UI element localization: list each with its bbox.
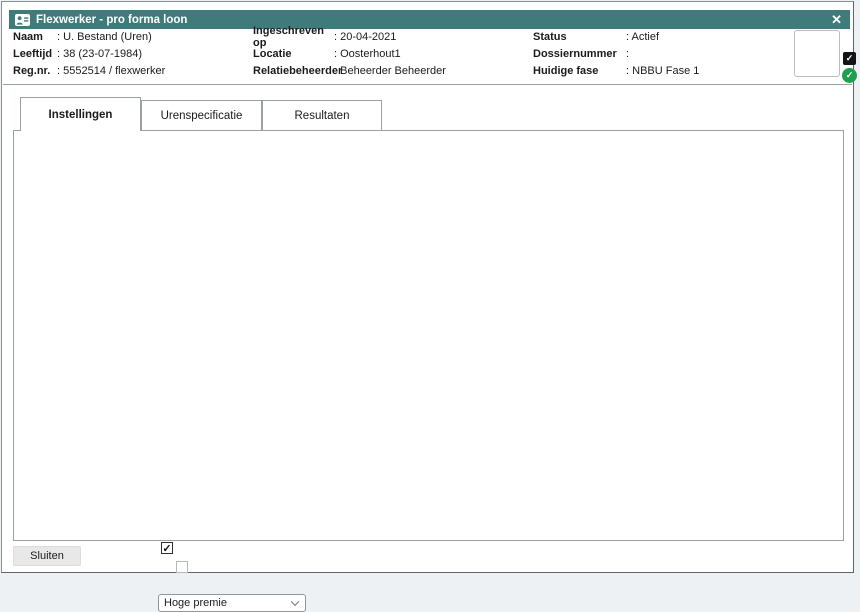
black-check-indicator: ✓ — [843, 52, 856, 65]
header-field-naam: NaamU. Bestand (Uren) — [13, 28, 165, 45]
header-field-ingeschreven: Ingeschreven op20-04-2021 — [253, 28, 446, 45]
tab-instellingen[interactable]: Instellingen — [20, 97, 141, 131]
close-icon[interactable]: ✕ — [829, 13, 844, 26]
window-title: Flexwerker - pro forma loon — [36, 14, 187, 26]
header-field-huidige-fase: Huidige faseNBBU Fase 1 — [533, 62, 699, 79]
header-field-relatiebeheerder: RelatiebeheerderBeheerder Beheerder — [253, 62, 446, 79]
studentenregeling-checkbox[interactable] — [176, 561, 188, 573]
titlebar: Flexwerker - pro forma loon ✕ — [9, 10, 850, 29]
tab-content-panel — [13, 130, 844, 541]
green-check-indicator: ✓ — [842, 68, 857, 83]
tab-resultaten[interactable]: Resultaten — [262, 100, 382, 131]
header-column-registration: Ingeschreven op20-04-2021 LocatieOosterh… — [253, 28, 446, 79]
photo-placeholder — [794, 30, 840, 77]
header-divider — [3, 84, 852, 85]
header-field-locatie: LocatieOosterhout1 — [253, 45, 446, 62]
ww-premie-select[interactable]: Hoge premie — [158, 594, 306, 612]
header-column-status: StatusActief Dossiernummer Huidige faseN… — [533, 28, 699, 79]
flexwerker-card-icon — [15, 14, 30, 26]
header-field-dossiernummer: Dossiernummer — [533, 45, 699, 62]
header-field-leeftijd: Leeftijd38 (23-07-1984) — [13, 45, 165, 62]
sluiten-button[interactable]: Sluiten — [13, 546, 81, 566]
chevron-down-icon — [291, 598, 299, 606]
header-column-person: NaamU. Bestand (Uren) Leeftijd38 (23-07-… — [13, 28, 165, 79]
deeltijdbaan-checkbox[interactable] — [161, 542, 173, 554]
header-field-status: StatusActief — [533, 28, 699, 45]
header-field-regnr: Reg.nr.5552514 / flexwerker — [13, 62, 165, 79]
tab-urenspecificatie[interactable]: Urenspecificatie — [141, 100, 262, 131]
